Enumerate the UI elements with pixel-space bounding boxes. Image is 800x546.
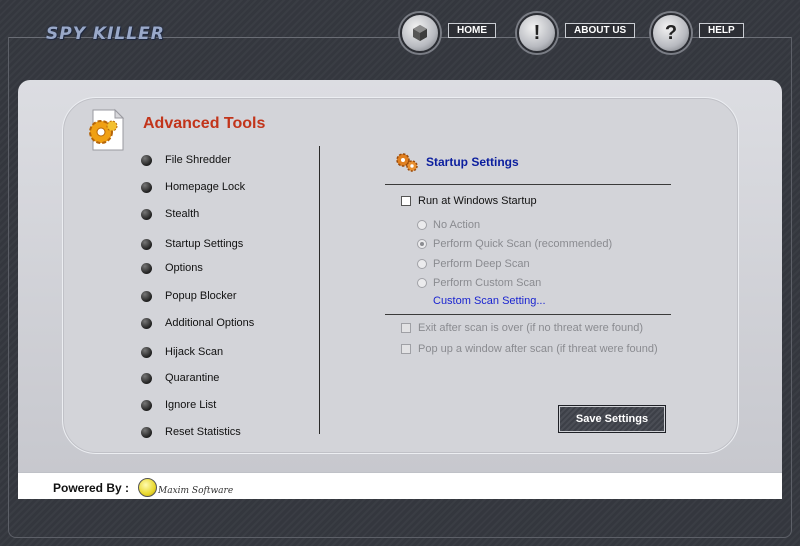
about-us-button[interactable]: ABOUT US: [565, 22, 636, 38]
settings-document-icon: [89, 108, 125, 151]
run-at-startup-checkbox[interactable]: [401, 196, 411, 206]
menu-item-reset-statistics[interactable]: Reset Statistics: [141, 426, 241, 438]
maxim-software-logo: Maxim Software: [138, 478, 233, 497]
startup-settings-title: Startup Settings: [426, 155, 519, 169]
maxim-logo-text: Maxim Software: [158, 485, 234, 496]
help-icon[interactable]: ?: [651, 13, 691, 53]
menu-item-stealth[interactable]: Stealth: [141, 208, 199, 220]
radio-label[interactable]: Perform Deep Scan: [433, 258, 530, 270]
exit-after-scan-label[interactable]: Exit after scan is over (if no threat we…: [418, 322, 643, 334]
bullet-icon: [141, 399, 152, 411]
menu-item-additional-options[interactable]: Additional Options: [141, 317, 254, 329]
radio-button[interactable]: [417, 259, 427, 269]
cube-icon[interactable]: [400, 13, 440, 53]
custom-scan-setting-link[interactable]: Custom Scan Setting...: [433, 295, 546, 307]
bullet-icon: [141, 154, 152, 166]
footer: [18, 472, 782, 499]
run-at-startup-row[interactable]: Run at Windows Startup: [401, 195, 537, 207]
menu-item-label[interactable]: Quarantine: [165, 372, 219, 384]
menu-item-quarantine[interactable]: Quarantine: [141, 372, 219, 384]
menu-item-label[interactable]: File Shredder: [165, 154, 231, 166]
app-logo: SPY KILLER: [46, 24, 165, 44]
section-divider: [385, 314, 671, 315]
bullet-icon: [141, 262, 152, 274]
nav-home[interactable]: HOME: [400, 13, 496, 53]
menu-item-homepage-lock[interactable]: Homepage Lock: [141, 181, 245, 193]
radio-deep-scan[interactable]: Perform Deep Scan: [417, 258, 530, 270]
bullet-icon: [141, 181, 152, 193]
menu-item-ignore-list[interactable]: Ignore List: [141, 399, 216, 411]
popup-after-scan-checkbox[interactable]: [401, 344, 411, 354]
menu-item-label[interactable]: Reset Statistics: [165, 426, 241, 438]
menu-item-label[interactable]: Options: [165, 262, 203, 274]
save-settings-button[interactable]: Save Settings: [559, 406, 665, 432]
menu-item-label[interactable]: Homepage Lock: [165, 181, 245, 193]
popup-after-scan-row[interactable]: Pop up a window after scan (if threat we…: [401, 343, 658, 355]
info-icon[interactable]: !: [517, 13, 557, 53]
radio-custom-scan[interactable]: Perform Custom Scan: [417, 277, 541, 289]
nav-about[interactable]: ! ABOUT US: [517, 13, 636, 53]
bullet-icon: [141, 426, 152, 438]
gears-icon: [396, 153, 418, 172]
nav-help[interactable]: ? HELP: [651, 13, 744, 53]
menu-item-file-shredder[interactable]: File Shredder: [141, 154, 231, 166]
radio-button[interactable]: [417, 239, 427, 249]
run-at-startup-label[interactable]: Run at Windows Startup: [418, 195, 537, 207]
menu-item-hijack-scan[interactable]: Hijack Scan: [141, 346, 223, 358]
menu-item-options[interactable]: Options: [141, 262, 203, 274]
maxim-logo-icon: [138, 478, 157, 497]
menu-item-label[interactable]: Startup Settings: [165, 238, 243, 250]
radio-button[interactable]: [417, 220, 427, 230]
radio-label[interactable]: Perform Custom Scan: [433, 277, 541, 289]
exit-after-scan-row[interactable]: Exit after scan is over (if no threat we…: [401, 322, 643, 334]
radio-label[interactable]: No Action: [433, 219, 480, 231]
menu-item-label[interactable]: Additional Options: [165, 317, 254, 329]
home-button[interactable]: HOME: [448, 22, 496, 38]
exit-after-scan-checkbox[interactable]: [401, 323, 411, 333]
advanced-tools-title: Advanced Tools: [143, 115, 266, 132]
bullet-icon: [141, 372, 152, 384]
radio-label[interactable]: Perform Quick Scan (recommended): [433, 238, 612, 250]
menu-item-popup-blocker[interactable]: Popup Blocker: [141, 290, 237, 302]
bullet-icon: [141, 290, 152, 302]
radio-quick-scan[interactable]: Perform Quick Scan (recommended): [417, 238, 612, 250]
radio-no-action[interactable]: No Action: [417, 219, 480, 231]
help-button[interactable]: HELP: [699, 22, 744, 38]
menu-item-label[interactable]: Popup Blocker: [165, 290, 237, 302]
popup-after-scan-label[interactable]: Pop up a window after scan (if threat we…: [418, 343, 658, 355]
menu-item-label[interactable]: Stealth: [165, 208, 199, 220]
panel-divider: [319, 146, 320, 434]
bullet-icon: [141, 317, 152, 329]
menu-item-label[interactable]: Hijack Scan: [165, 346, 223, 358]
menu-item-label[interactable]: Ignore List: [165, 399, 216, 411]
radio-button[interactable]: [417, 278, 427, 288]
section-divider: [385, 184, 671, 185]
bullet-icon: [141, 238, 152, 250]
menu-item-startup-settings[interactable]: Startup Settings: [141, 238, 243, 250]
bullet-icon: [141, 346, 152, 358]
powered-by-label: Powered By :: [53, 481, 130, 495]
bullet-icon: [141, 208, 152, 220]
